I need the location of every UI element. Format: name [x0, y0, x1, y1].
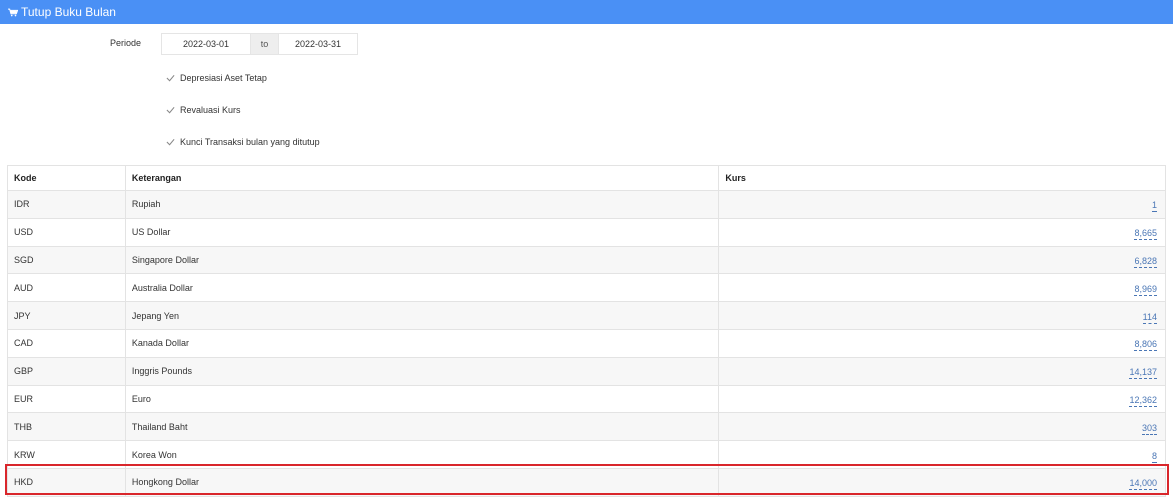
cell-kode: GBP: [7, 356, 126, 386]
table-row: JPY Jepang Yen 114: [7, 301, 1166, 330]
kurs-editable-link[interactable]: 8,665: [1134, 228, 1157, 241]
cell-kurs: 6,828: [718, 245, 1166, 275]
cell-kode: EUR: [7, 384, 126, 414]
cart-icon: [8, 8, 18, 16]
cell-keterangan: Hongkong Dollar: [124, 467, 720, 497]
cell-keterangan: Rupiah: [124, 190, 720, 219]
cell-keterangan: Australia Dollar: [124, 273, 720, 303]
checkmark-icon: [166, 138, 175, 146]
kurs-editable-link[interactable]: 14,137: [1129, 367, 1157, 380]
table-row: THB Thailand Baht 303: [7, 412, 1166, 442]
header-keterangan: Keterangan: [124, 165, 720, 191]
page-title: Tutup Buku Bulan: [21, 5, 116, 19]
kurs-editable-link[interactable]: 14,000: [1129, 478, 1157, 491]
cell-keterangan: Euro: [124, 384, 720, 414]
periode-label: Periode: [110, 38, 142, 48]
option-depresiasi: Depresiasi Aset Tetap: [165, 73, 267, 83]
option-label: Depresiasi Aset Tetap: [180, 73, 267, 83]
table-row: AUD Australia Dollar 8,969: [7, 273, 1166, 303]
cell-kode: USD: [7, 217, 126, 247]
table-row: EUR Euro 12,362: [7, 384, 1166, 414]
cell-keterangan: Korea Won: [124, 440, 720, 469]
cell-keterangan: Singapore Dollar: [124, 245, 720, 275]
page-header: Tutup Buku Bulan: [0, 0, 1173, 24]
kurs-editable-link[interactable]: 8: [1151, 451, 1157, 463]
cell-kurs: 303: [718, 412, 1166, 442]
cell-kode: CAD: [7, 328, 126, 358]
cell-kurs: 14,137: [718, 356, 1166, 386]
kurs-editable-link[interactable]: 303: [1141, 423, 1157, 435]
checkmark-icon: [166, 74, 175, 82]
cell-kode: KRW: [7, 440, 126, 469]
table-row: KRW Korea Won 8: [7, 440, 1166, 469]
table-row: USD US Dollar 8,665: [7, 217, 1166, 247]
revaluasi-checkbox[interactable]: [165, 105, 175, 115]
cell-kurs: 114: [718, 301, 1166, 330]
option-revaluasi: Revaluasi Kurs: [165, 105, 241, 115]
kurs-table: Kode Keterangan Kurs IDR Rupiah 1 USD US…: [7, 165, 1166, 497]
table-row: GBP Inggris Pounds 14,137: [7, 356, 1166, 386]
cell-kode: HKD: [7, 467, 126, 497]
option-kunci: Kunci Transaksi bulan yang ditutup: [165, 137, 320, 147]
table-row: CAD Kanada Dollar 8,806: [7, 328, 1166, 358]
header-kurs: Kurs: [718, 165, 1166, 191]
cell-kode: AUD: [7, 273, 126, 303]
periode-row: Periode to: [0, 33, 1173, 55]
cell-kode: SGD: [7, 245, 126, 275]
kurs-editable-link[interactable]: 8,969: [1134, 284, 1157, 296]
cell-kurs: 8: [718, 440, 1166, 469]
cell-kurs: 8,806: [718, 328, 1166, 358]
cell-kode: THB: [7, 412, 126, 442]
depresiasi-checkbox[interactable]: [165, 73, 175, 83]
checkmark-icon: [166, 106, 175, 114]
cell-keterangan: Inggris Pounds: [124, 356, 720, 386]
cell-kurs: 8,969: [718, 273, 1166, 303]
kurs-editable-link[interactable]: 8,806: [1134, 339, 1157, 352]
cell-keterangan: Jepang Yen: [124, 301, 720, 330]
kurs-editable-link[interactable]: 114: [1142, 312, 1157, 324]
kurs-editable-link[interactable]: 6,828: [1134, 256, 1157, 268]
cell-kode: JPY: [7, 301, 126, 330]
cell-keterangan: Thailand Baht: [124, 412, 720, 442]
kurs-editable-link[interactable]: 12,362: [1129, 395, 1157, 407]
start-date-input[interactable]: [162, 34, 250, 54]
cell-kode: IDR: [7, 190, 126, 219]
option-label: Kunci Transaksi bulan yang ditutup: [180, 137, 320, 147]
table-row-hkd: HKD Hongkong Dollar 14,000: [7, 467, 1166, 497]
end-date-input[interactable]: [279, 34, 357, 54]
cell-kurs: 8,665: [718, 217, 1166, 247]
cell-kurs: 12,362: [718, 384, 1166, 414]
cell-keterangan: US Dollar: [124, 217, 720, 247]
date-range-separator: to: [250, 34, 279, 54]
table-row: SGD Singapore Dollar 6,828: [7, 245, 1166, 275]
header-kode: Kode: [7, 165, 126, 191]
date-range-group: to: [161, 33, 358, 55]
cell-keterangan: Kanada Dollar: [124, 328, 720, 358]
cell-kurs: 1: [718, 190, 1166, 219]
cell-kurs: 14,000: [718, 467, 1166, 497]
kurs-editable-link[interactable]: 1: [1151, 200, 1157, 213]
option-label: Revaluasi Kurs: [180, 105, 241, 115]
table-row: IDR Rupiah 1: [7, 190, 1166, 219]
table-header-row: Kode Keterangan Kurs: [7, 165, 1166, 191]
kunci-checkbox[interactable]: [165, 137, 175, 147]
